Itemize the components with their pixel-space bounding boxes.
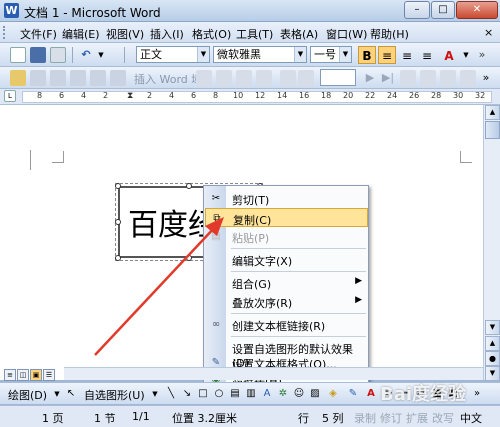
picture-icon[interactable]: ▨ (308, 387, 322, 401)
watermark: Bai度经验 (380, 384, 467, 405)
normal-view-icon[interactable]: ≡ (4, 369, 16, 381)
horizontal-scrollbar[interactable] (64, 367, 483, 380)
annotation-arrow (94, 217, 224, 356)
status-language: 中文 (460, 412, 482, 425)
draw-menu-button[interactable]: 绘图(D) (8, 387, 47, 403)
font-color-icon[interactable]: A (364, 387, 378, 401)
select-objects-icon[interactable]: ↖ (64, 387, 78, 401)
status-page-of: 1/1 (132, 410, 150, 423)
line-color-icon[interactable]: ✎ (346, 387, 360, 401)
arrow-tool-icon[interactable]: ↘ (180, 387, 194, 401)
status-rec[interactable]: 录制 (354, 410, 376, 426)
rectangle-icon[interactable]: □ (196, 387, 210, 401)
wordart-icon[interactable]: A (260, 387, 274, 401)
oval-icon[interactable]: ○ (212, 387, 226, 401)
status-line: 行 (298, 412, 309, 425)
print-view-icon[interactable]: ▣ (30, 369, 42, 381)
view-buttons: ≡ ◫ ▣ ☰ (4, 367, 64, 381)
textbox-tool-icon[interactable]: ▤ (228, 387, 242, 401)
autoshapes-button[interactable]: 自选图形(U) (84, 387, 145, 403)
arrow-shaft (94, 225, 217, 356)
fill-color-icon[interactable]: ◈ (326, 387, 340, 401)
clipart-icon[interactable]: ☺ (292, 387, 306, 401)
status-section: 1 节 (94, 412, 116, 425)
status-trk[interactable]: 修订 (380, 410, 402, 426)
diagram-icon[interactable]: ✲ (276, 387, 290, 401)
status-page: 1 页 (42, 412, 64, 425)
line-icon[interactable]: ╲ (164, 387, 178, 401)
status-ovr[interactable]: 改写 (432, 410, 454, 426)
status-ext[interactable]: 扩展 (406, 410, 428, 426)
chevron-down-icon[interactable]: ▼ (50, 387, 64, 401)
chevron-down-icon[interactable]: ▼ (148, 387, 162, 401)
status-position: 位置 3.2厘米 (172, 412, 237, 425)
web-view-icon[interactable]: ◫ (17, 369, 29, 381)
more-buttons-icon[interactable]: » (470, 387, 484, 401)
outline-view-icon[interactable]: ☰ (43, 369, 55, 381)
vertical-textbox-icon[interactable]: ▥ (244, 387, 258, 401)
status-bar: 1 页 1 节 1/1 位置 3.2厘米 行 5 列 录制 修订 扩展 改写 中… (0, 405, 500, 427)
status-column: 5 列 (322, 412, 344, 425)
